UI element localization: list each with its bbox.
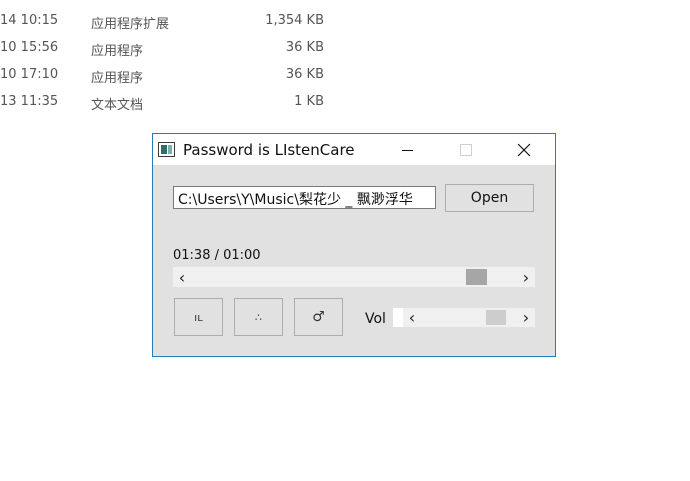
seek-left-arrow-icon[interactable]: ‹	[173, 267, 191, 287]
file-size: 1,354 KB	[265, 13, 324, 28]
file-row[interactable]: 13 11:35 文本文档 1 KB	[0, 85, 400, 113]
file-date: 10 15:56	[0, 40, 59, 55]
playback-button-1[interactable]: ıʟ	[174, 298, 223, 336]
open-button[interactable]: Open	[445, 184, 534, 212]
file-row[interactable]: 10 17:10 应用程序 36 KB	[0, 58, 400, 86]
volume-label: Vol	[365, 311, 386, 327]
file-date: 13 11:35	[0, 94, 59, 109]
seek-right-arrow-icon[interactable]: ›	[517, 267, 535, 287]
file-type: 应用程序扩展	[91, 17, 170, 32]
file-size: 1 KB	[294, 94, 324, 109]
title-bar[interactable]: Password is LIstenCare	[153, 134, 555, 165]
file-type: 应用程序	[91, 71, 144, 86]
playback-button-3[interactable]: ♂	[294, 298, 343, 336]
volume-scrollbar[interactable]: ‹ ›	[403, 308, 535, 327]
file-size: 36 KB	[285, 40, 324, 55]
window-title: Password is LIstenCare	[183, 141, 355, 159]
file-path-input[interactable]: C:\Users\Y\Music\梨花少 _ 飘渺浮华	[173, 186, 436, 209]
close-button[interactable]	[501, 134, 547, 165]
playback-button-2[interactable]: ∴	[234, 298, 283, 336]
seek-thumb[interactable]	[465, 269, 487, 285]
minimize-button[interactable]	[385, 134, 431, 165]
time-readout: 01:38 / 01:00	[173, 248, 261, 263]
player-window: Password is LIstenCare C:\Users\Y\Music\…	[152, 133, 556, 357]
file-type: 应用程序	[91, 44, 144, 59]
file-row[interactable]: 10 15:56 应用程序 36 KB	[0, 31, 400, 59]
volume-right-arrow-icon[interactable]: ›	[517, 308, 535, 327]
volume-thumb[interactable]	[485, 310, 506, 325]
file-type: 文本文档	[91, 98, 144, 113]
app-icon	[158, 142, 175, 157]
file-date: 14 10:15	[0, 13, 59, 28]
close-icon	[517, 143, 531, 157]
file-size: 36 KB	[285, 67, 324, 82]
volume-left-arrow-icon[interactable]: ‹	[403, 308, 421, 327]
file-row[interactable]: 14 10:15 应用程序扩展 1,354 KB	[0, 4, 400, 32]
seek-scrollbar[interactable]: ‹ ›	[173, 267, 535, 287]
file-date: 10 17:10	[0, 67, 59, 82]
maximize-button[interactable]	[443, 134, 489, 165]
